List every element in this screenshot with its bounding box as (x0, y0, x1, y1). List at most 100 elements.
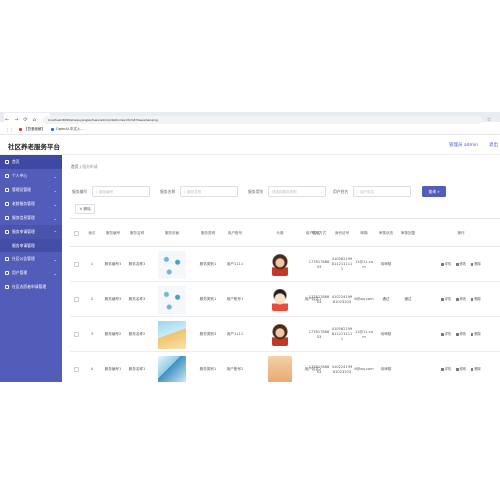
back-icon[interactable]: ← (5, 117, 9, 123)
sidebar-item-announcements[interactable]: 社区公告管理 ⌄ (0, 252, 62, 266)
column-header[interactable]: 审核状态 (376, 219, 396, 247)
service-category-select[interactable]: 请选择服务类别 ⌄ (268, 186, 326, 197)
column-header[interactable]: 服务编号 (102, 219, 124, 247)
detail-icon (441, 263, 444, 266)
avatar[interactable] (268, 355, 292, 382)
row-checkbox[interactable] (73, 297, 79, 302)
bookmark-favicon-icon (19, 128, 22, 131)
bookmark-item[interactable]: OpenAI 中文入... (51, 127, 84, 132)
sidebar-item-label: 首页 (12, 159, 20, 164)
edit-button[interactable]: 修改 (456, 332, 466, 337)
search-label: 服务名称 (160, 189, 176, 194)
detail-button[interactable]: 详情 (441, 332, 451, 337)
operations-cell: 详情 修改 删除 (422, 317, 500, 352)
service-cover-image[interactable] (158, 355, 186, 382)
bookmark-label: OpenAI 中文入... (56, 127, 84, 131)
delete-row-button[interactable]: 删除 (470, 297, 481, 302)
action-label: 删除 (474, 367, 481, 371)
service-code-cell: 服务编号1 (104, 367, 122, 371)
chevron-down-icon: ⌄ (53, 173, 57, 179)
service-name-cell: 服务名称3 (128, 297, 146, 301)
service-code-cell: 服务编号2 (104, 332, 122, 336)
breadcrumb-home[interactable]: 首页 (71, 164, 79, 169)
delete-icon (470, 298, 474, 301)
chevron-down-icon: ⌄ (53, 270, 57, 276)
column-header[interactable]: 头像 (250, 219, 310, 247)
sidebar-item-label: 老龄服务管理 (12, 201, 35, 206)
delete-row-button[interactable]: 删除 (470, 262, 481, 267)
column-header[interactable]: 服务类别 (197, 219, 219, 247)
delete-row-button[interactable]: 删除 (470, 332, 481, 337)
review-status-cell: 待审核 (380, 332, 392, 336)
row-checkbox[interactable] (73, 367, 79, 372)
star-icon[interactable]: ☆ (487, 117, 491, 123)
service-cover-image[interactable] (158, 285, 186, 314)
service-category-cell: 服务类别1 (199, 262, 217, 266)
select-all-cell (70, 219, 82, 247)
avatar[interactable] (272, 288, 288, 311)
service-cover-cell (156, 317, 188, 352)
edit-button[interactable]: 修改 (456, 262, 466, 267)
announcement-icon (5, 257, 9, 261)
service-name-input[interactable]: ⌕ 服务名称 (180, 186, 238, 197)
sidebar-item-elder-services[interactable]: 老龄服务管理 ⌄ (0, 197, 62, 211)
user-icon (5, 174, 9, 178)
delete-button[interactable]: ✕ 删除 (75, 204, 95, 214)
sidebar-item-service-info[interactable]: 服务信息管理 ⌄ (0, 211, 62, 225)
detail-button[interactable]: 详情 (441, 367, 451, 372)
service-cover-image[interactable] (158, 250, 186, 279)
avatar[interactable] (272, 253, 288, 276)
reload-icon[interactable]: ⟳ (23, 117, 27, 123)
chevron-down-icon: ⌄ (53, 201, 57, 207)
review-status-cell: 待审核 (380, 367, 392, 371)
column-header[interactable]: 索引 (84, 219, 100, 247)
column-header[interactable]: 服务名称 (126, 219, 148, 247)
sidebar-item-admins[interactable]: 管理员管理 ⌄ (0, 183, 62, 197)
sidebar-item-users[interactable]: 用户管理 ⌄ (0, 266, 62, 280)
bookmark-item[interactable]: 【吾爱破解】 (19, 127, 45, 132)
sidebar-item-service-applications[interactable]: 服务申请管理 ⌃ (0, 225, 62, 239)
select-all-checkbox[interactable] (73, 230, 79, 236)
service-code-cell: 服务编号3 (104, 262, 122, 266)
sidebar-item-home[interactable]: 首页 (0, 155, 62, 169)
home-icon[interactable]: ⌂ (33, 117, 36, 123)
review-status-cell: 通过 (382, 297, 390, 301)
sidebar-item-volunteers[interactable]: 社区志愿者申请管理 (0, 280, 62, 294)
column-header[interactable]: 身份证号 (331, 219, 353, 247)
service-cover-image[interactable] (158, 320, 186, 349)
column-header[interactable]: 用户账号 (222, 219, 248, 247)
detail-button[interactable]: 详情 (441, 297, 451, 302)
row-checkbox[interactable] (73, 262, 79, 267)
search-button[interactable]: 查询 ⌕ (422, 186, 446, 197)
delete-row-button[interactable]: 删除 (470, 367, 481, 372)
delete-icon (470, 368, 474, 371)
row-select-cell (70, 317, 82, 352)
avatar[interactable] (272, 323, 288, 346)
review-reply-cell (398, 317, 418, 352)
sidebar-item-label: 个人中心 (12, 173, 28, 178)
input-placeholder: 服务名称 (187, 190, 202, 194)
service-code-input[interactable]: ⌕ 服务编号 (92, 186, 150, 197)
sidebar-subitem-service-applications[interactable]: 服务申请管理 (0, 239, 62, 252)
detail-button[interactable]: 详情 (441, 262, 451, 267)
url-field[interactable]: localhost:8080/shequyanglaofuwu/admin/di… (42, 116, 483, 124)
id-card-cell: 4105621998112111111 (331, 257, 353, 271)
sidebar-item-profile[interactable]: 个人中心 ⌄ (0, 169, 62, 183)
column-header[interactable]: 审核回复 (398, 219, 418, 247)
column-header[interactable]: 服务封面 (150, 219, 194, 247)
chevron-up-icon: ⌃ (53, 229, 57, 235)
edit-button[interactable]: 修改 (456, 297, 466, 302)
user-name-input[interactable]: ⌕ 用户姓名 (353, 186, 411, 197)
forward-icon[interactable]: → (14, 117, 18, 123)
row-checkbox[interactable] (73, 332, 79, 337)
edit-button[interactable]: 修改 (456, 367, 466, 372)
row-actions: 详情 修改 删除 (441, 367, 481, 372)
email-cell: 11@11.com (354, 259, 374, 269)
action-label: 删除 (474, 262, 481, 266)
data-table: 索引 服务编号 服务名称 服务封面 服务类别 用户账号 头像 用户姓名 联系方式… (70, 218, 500, 382)
column-header[interactable]: 邮箱 (354, 219, 374, 247)
column-header[interactable]: 联系方式 (308, 219, 330, 247)
admin-user-link[interactable]: 管理员 admin (449, 142, 478, 148)
logout-link[interactable]: 退出 (489, 142, 498, 148)
apps-icon[interactable]: ⋮⋮ (6, 128, 13, 132)
